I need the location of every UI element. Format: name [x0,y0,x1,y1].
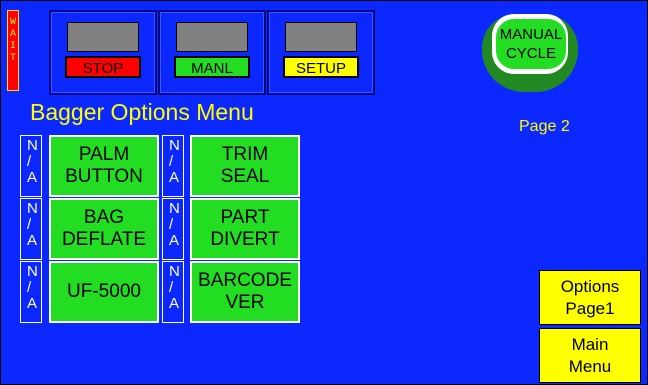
part-divert-na-flag: N / A [162,198,184,260]
palm-button-na-flag: N / A [20,135,42,197]
setup-button[interactable]: SETUP [283,56,359,78]
setup-indicator-lamp [285,22,357,52]
manl-button[interactable]: MANL [174,56,250,78]
options-page1-button[interactable]: Options Page1 [539,270,641,325]
stop-panel: STOP [49,10,157,95]
barcode-ver-option[interactable]: BARCODE VER [190,261,300,323]
part-divert-option[interactable]: PART DIVERT [190,198,300,260]
barcode-ver-na-flag: N / A [162,261,184,323]
setup-panel: SETUP [267,10,375,95]
bag-deflate-option[interactable]: BAG DEFLATE [49,198,159,260]
manual-cycle-button[interactable]: MANUAL CYCLE [482,14,578,92]
uf-5000-na-flag: N / A [20,261,42,323]
manual-panel: MANL [158,10,266,95]
stop-button[interactable]: STOP [65,56,141,78]
uf-5000-option[interactable]: UF-5000 [49,261,159,323]
bag-deflate-na-flag: N / A [20,198,42,260]
manual-indicator-lamp [176,22,248,52]
main-menu-button[interactable]: Main Menu [539,328,641,383]
manual-cycle-label: MANUAL CYCLE [496,19,566,69]
stop-indicator-lamp [67,22,139,52]
page-number-label: Page 2 [519,118,570,135]
palm-button-option[interactable]: PALM BUTTON [49,135,159,197]
trim-seal-na-flag: N / A [162,135,184,197]
wait-indicator: WAIT [7,10,19,91]
trim-seal-option[interactable]: TRIM SEAL [190,135,300,197]
page-title: Bagger Options Menu [30,99,254,125]
